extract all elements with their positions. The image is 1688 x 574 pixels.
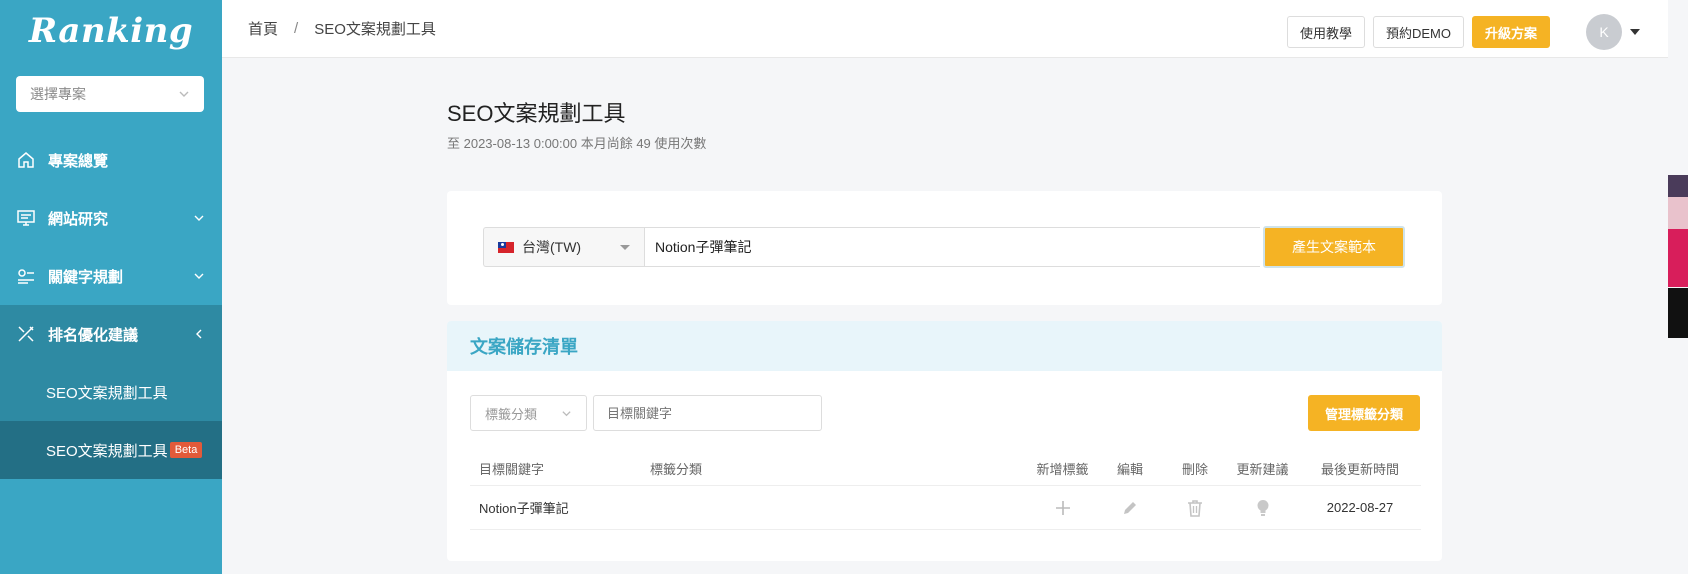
sidebar-item-label: 網站研究 [48, 210, 109, 228]
caret-down-icon[interactable] [1630, 29, 1640, 35]
sidebar-item-ranking-optimization[interactable]: 排名優化建議 [0, 305, 222, 363]
column-header: 標籤分類 [650, 461, 703, 477]
sidebar-subitem-label: SEO文案規劃工具 [46, 442, 168, 460]
chevron-left-icon [196, 329, 202, 339]
ranking-logo[interactable]: Ranking [0, 0, 222, 62]
page-title: SEO文案規劃工具 [447, 101, 626, 126]
project-select[interactable]: 選擇專案 [16, 76, 204, 112]
sidebar: Ranking 選擇專案 專案總覽 網站研究 關鍵字規劃 排名優化建議 SEO文… [0, 0, 222, 574]
sidebar-item-label: 專案總覽 [48, 152, 109, 170]
edge-widget [1668, 288, 1688, 338]
breadcrumb: 首頁 / SEO文案規劃工具 [248, 18, 436, 39]
sidebar-item-keyword-planning[interactable]: 關鍵字規劃 [0, 247, 222, 305]
generator-card: 台灣(TW) 產生文案範本 [447, 191, 1442, 305]
column-header: 最後更新時間 [1320, 461, 1399, 477]
keyword-filter-input[interactable] [593, 395, 822, 431]
saved-table: 目標關鍵字 標籤分類 新增標籤 編輯 刪除 更新建議 最後更新時間 Notion… [470, 451, 1421, 530]
beta-badge: Beta [169, 442, 203, 458]
sidebar-subitem-seo-planner[interactable]: SEO文案規劃工具 [0, 363, 222, 421]
country-select[interactable]: 台灣(TW) [483, 227, 644, 267]
caret-down-icon [620, 244, 630, 250]
chevron-down-icon [179, 91, 189, 97]
sidebar-item-label: 關鍵字規劃 [48, 268, 124, 286]
breadcrumb-home[interactable]: 首頁 [248, 18, 278, 39]
pencil-icon[interactable] [1095, 499, 1165, 517]
sidebar-item-overview[interactable]: 專案總覽 [0, 131, 222, 189]
manage-tags-button[interactable]: 管理標籤分類 [1308, 395, 1420, 431]
trash-icon[interactable] [1165, 499, 1225, 517]
column-header: 編輯 [1116, 461, 1143, 477]
sidebar-subitem-label: SEO文案規劃工具 [46, 384, 168, 402]
table-row: Notion子彈筆記 2022-08-27 [470, 486, 1421, 530]
sidebar-subitem-seo-planner-beta[interactable]: SEO文案規劃工具 Beta [0, 421, 222, 479]
breadcrumb-separator: / [294, 20, 299, 37]
monitor-icon [16, 208, 36, 228]
column-header: 刪除 [1181, 461, 1208, 477]
chevron-down-icon [562, 410, 571, 416]
column-header: 更新建議 [1236, 461, 1289, 477]
breadcrumb-current: SEO文案規劃工具 [314, 21, 436, 38]
project-select-placeholder: 選擇專案 [30, 86, 86, 102]
sidebar-item-label: 排名優化建議 [48, 326, 139, 344]
usage-info: 至 2023-08-13 0:00:00 本月尚餘 49 使用次數 [447, 136, 707, 151]
avatar[interactable]: K [1586, 14, 1622, 50]
tutorial-button[interactable]: 使用教學 [1286, 16, 1365, 48]
column-header: 新增標籤 [1036, 461, 1089, 477]
chevron-down-icon [194, 273, 204, 279]
saved-list-card: 文案儲存清單 標籤分類 管理標籤分類 目標關鍵字 標籤分類 新增標籤 編輯 刪除… [447, 321, 1442, 561]
home-icon [16, 150, 36, 170]
edge-widget [1668, 229, 1688, 287]
top-actions: 使用教學 預約DEMO 升級方案 K [1279, 14, 1640, 50]
table-header: 目標關鍵字 標籤分類 新增標籤 編輯 刪除 更新建議 最後更新時間 [470, 451, 1421, 486]
edge-widget [1668, 175, 1688, 197]
keyword-input[interactable] [644, 227, 1260, 267]
keyword-icon [16, 266, 36, 286]
row-updated-date: 2022-08-27 [1326, 500, 1394, 515]
tag-filter-select[interactable]: 標籤分類 [470, 395, 587, 431]
add-tag-icon[interactable] [1030, 500, 1095, 516]
chevron-down-icon [194, 215, 204, 221]
topbar: 首頁 / SEO文案規劃工具 使用教學 預約DEMO 升級方案 K [222, 0, 1668, 58]
tag-filter-placeholder: 標籤分類 [485, 406, 538, 422]
taiwan-flag-icon [498, 241, 514, 253]
row-keyword[interactable]: Notion子彈筆記 [470, 498, 650, 517]
tools-icon [16, 324, 36, 344]
generate-template-button[interactable]: 產生文案範本 [1263, 226, 1405, 268]
sidebar-nav: 專案總覽 網站研究 關鍵字規劃 排名優化建議 SEO文案規劃工具 SEO文案規劃… [0, 131, 222, 479]
saved-list-title: 文案儲存清單 [447, 321, 1442, 371]
column-header: 目標關鍵字 [479, 461, 545, 477]
demo-button[interactable]: 預約DEMO [1372, 16, 1464, 48]
lightbulb-icon[interactable] [1225, 499, 1300, 517]
upgrade-button[interactable]: 升級方案 [1471, 16, 1550, 48]
sidebar-item-site-research[interactable]: 網站研究 [0, 189, 222, 247]
country-label: 台灣(TW) [522, 239, 582, 255]
edge-widget [1668, 197, 1688, 229]
